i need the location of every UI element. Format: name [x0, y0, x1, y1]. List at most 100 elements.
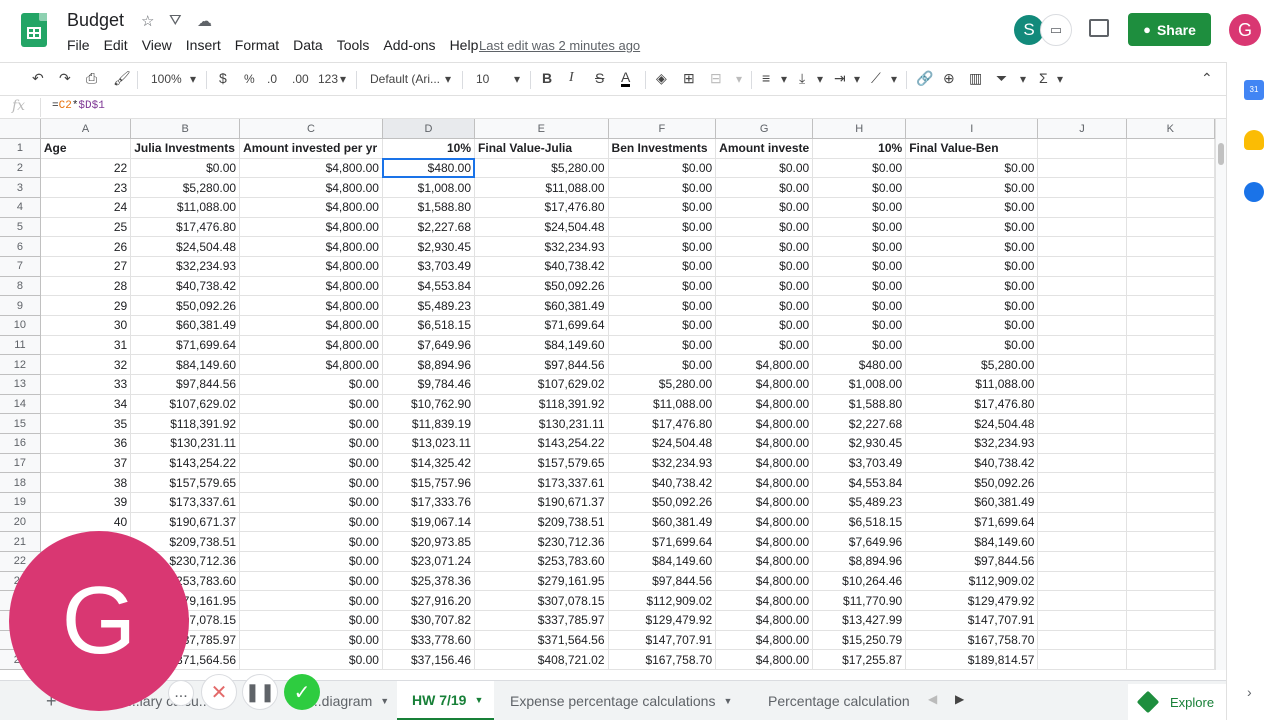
- cell[interactable]: $0.00: [715, 315, 814, 336]
- cell[interactable]: $0.00: [239, 492, 383, 513]
- cell[interactable]: $0.00: [905, 236, 1039, 258]
- cell[interactable]: $0.00: [239, 649, 383, 670]
- cell[interactable]: $2,930.45: [812, 433, 907, 454]
- cell[interactable]: $0.00: [239, 413, 383, 434]
- cell[interactable]: $50,092.26: [608, 492, 717, 513]
- cell[interactable]: $0.00: [239, 512, 383, 533]
- cell[interactable]: $5,280.00: [130, 177, 241, 199]
- cell[interactable]: $0.00: [239, 453, 383, 474]
- select-all-corner[interactable]: [0, 119, 41, 140]
- menu-data[interactable]: Data: [286, 37, 330, 53]
- document-title[interactable]: Budget: [67, 10, 124, 31]
- cell[interactable]: $30,707.82: [382, 610, 476, 631]
- cell[interactable]: $5,489.23: [382, 295, 476, 317]
- cell[interactable]: [1126, 394, 1215, 415]
- cell[interactable]: $4,800.00: [715, 649, 814, 670]
- cell[interactable]: $4,800.00: [239, 256, 383, 277]
- cell[interactable]: $71,699.64: [474, 315, 609, 336]
- cell[interactable]: $112,909.02: [905, 571, 1039, 592]
- cell[interactable]: $0.00: [905, 295, 1039, 317]
- account-avatar[interactable]: G: [1229, 14, 1261, 46]
- cell[interactable]: [1126, 236, 1215, 258]
- row-header[interactable]: 5: [0, 217, 41, 238]
- cell[interactable]: $8,894.96: [382, 354, 476, 376]
- cell[interactable]: 24: [40, 197, 132, 218]
- cell[interactable]: [1126, 571, 1215, 592]
- collapse-toolbar-icon[interactable]: ⌃: [1201, 70, 1213, 87]
- tab-percentage-calculation[interactable]: Percentage calculation: [752, 681, 914, 720]
- cell[interactable]: $0.00: [812, 256, 907, 277]
- cell[interactable]: [1126, 315, 1215, 336]
- font-select[interactable]: Default (Ari...: [370, 72, 440, 86]
- cell[interactable]: $408,721.02: [474, 649, 609, 670]
- cell[interactable]: $5,280.00: [905, 354, 1039, 376]
- column-header-f[interactable]: F: [608, 119, 717, 140]
- cell[interactable]: $157,579.65: [474, 453, 609, 474]
- cell[interactable]: [1126, 335, 1215, 356]
- row-header[interactable]: 9: [0, 295, 41, 317]
- cell[interactable]: [1126, 177, 1215, 199]
- increase-decimal-button[interactable]: .00: [292, 72, 309, 86]
- cell[interactable]: $4,800.00: [715, 571, 814, 592]
- row-header[interactable]: 8: [0, 276, 41, 297]
- row-header[interactable]: 12: [0, 354, 41, 376]
- scroll-tabs-right-icon[interactable]: ▶: [955, 692, 964, 706]
- insert-comment-icon[interactable]: ⊕: [943, 70, 955, 87]
- cell[interactable]: $11,088.00: [905, 374, 1039, 395]
- cell[interactable]: $97,844.56: [905, 551, 1039, 572]
- cell[interactable]: $4,800.00: [239, 335, 383, 356]
- cell[interactable]: $4,800.00: [715, 354, 814, 376]
- cell[interactable]: $37,156.46: [382, 649, 476, 670]
- star-icon[interactable]: ☆: [141, 12, 154, 30]
- cell[interactable]: [1126, 453, 1215, 474]
- cell[interactable]: $0.00: [715, 197, 814, 218]
- tasks-icon[interactable]: [1244, 182, 1264, 202]
- cell[interactable]: [1126, 197, 1215, 218]
- print-icon[interactable]: ⎙: [86, 70, 97, 87]
- header-cell[interactable]: Age: [40, 138, 132, 159]
- cell[interactable]: $190,671.37: [474, 492, 609, 513]
- cell[interactable]: $143,254.22: [474, 433, 609, 454]
- cell[interactable]: [1126, 590, 1215, 611]
- cell[interactable]: $3,703.49: [812, 453, 907, 474]
- cell[interactable]: $167,758.70: [905, 630, 1039, 651]
- header-cell[interactable]: Julia Investments: [130, 138, 241, 159]
- cell[interactable]: $0.00: [812, 217, 907, 238]
- cell[interactable]: $50,092.26: [474, 276, 609, 297]
- row-header[interactable]: 4: [0, 197, 41, 218]
- cell[interactable]: $0.00: [130, 158, 241, 179]
- scroll-tabs-left-icon[interactable]: ◀: [928, 692, 937, 706]
- horizontal-align-icon[interactable]: ≡: [762, 70, 770, 86]
- cell[interactable]: $107,629.02: [474, 374, 609, 395]
- row-header[interactable]: 1: [0, 138, 41, 159]
- cell[interactable]: $157,579.65: [130, 472, 241, 493]
- cell[interactable]: $11,839.19: [382, 413, 476, 434]
- cell[interactable]: [1126, 433, 1215, 454]
- share-button[interactable]: ● Share: [1128, 13, 1211, 46]
- cell[interactable]: $97,844.56: [130, 374, 241, 395]
- cell[interactable]: 35: [40, 413, 132, 434]
- cell[interactable]: $307,078.15: [474, 590, 609, 611]
- tab-hw-7-19[interactable]: HW 7/19 ▼: [397, 681, 494, 720]
- cell[interactable]: [1037, 374, 1127, 395]
- cell[interactable]: $4,800.00: [715, 394, 814, 415]
- cell[interactable]: [1126, 413, 1215, 434]
- strikethrough-button[interactable]: S: [595, 70, 604, 86]
- cell[interactable]: [1126, 374, 1215, 395]
- row-header[interactable]: 6: [0, 236, 41, 258]
- cell[interactable]: 29: [40, 295, 132, 317]
- cell[interactable]: $60,381.49: [608, 512, 717, 533]
- cell[interactable]: $40,738.42: [474, 256, 609, 277]
- cell[interactable]: $4,800.00: [239, 295, 383, 317]
- menu-file[interactable]: File: [60, 37, 97, 53]
- menu-insert[interactable]: Insert: [179, 37, 228, 53]
- row-header[interactable]: 13: [0, 374, 41, 395]
- cell[interactable]: 22: [40, 158, 132, 179]
- sheets-logo-icon[interactable]: [21, 13, 47, 47]
- currency-format-button[interactable]: $: [219, 70, 227, 86]
- cell[interactable]: $84,149.60: [474, 335, 609, 356]
- cell[interactable]: $0.00: [812, 236, 907, 258]
- cell[interactable]: $97,844.56: [608, 571, 717, 592]
- cell[interactable]: 31: [40, 335, 132, 356]
- cell[interactable]: [1037, 276, 1127, 297]
